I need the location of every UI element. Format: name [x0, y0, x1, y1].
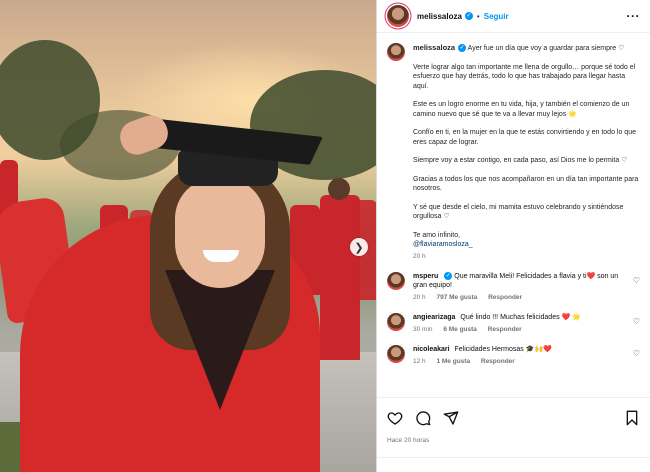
comment-likes[interactable]: 1 Me gusta — [436, 358, 470, 365]
reply-button[interactable]: Responder — [481, 358, 515, 365]
avatar[interactable] — [387, 313, 405, 331]
verified-badge-icon: ✓ — [458, 44, 467, 53]
comment-icon[interactable] — [415, 410, 431, 426]
caption-line: Siempre voy a estar contigo, en cada pas… — [413, 157, 628, 164]
avatar[interactable] — [387, 272, 405, 290]
mention-link[interactable]: @flaviaramosloza_ — [413, 241, 473, 248]
caption-body: melissaloza ✓ Ayer fue un día que voy a g… — [413, 43, 640, 261]
posted-ago: Hace 20 horas — [387, 437, 430, 444]
post-header: melissaloza ✓ • Seguir ··· — [377, 0, 650, 33]
comment-time[interactable]: 30 min — [413, 326, 433, 333]
post-side-panel: melissaloza ✓ • Seguir ··· melissaloza ✓ … — [376, 0, 650, 472]
avatar[interactable] — [387, 5, 409, 27]
comment: msperu ✓ Que maravilla Meli! Felicidades … — [387, 272, 640, 302]
bookmark-icon[interactable] — [624, 410, 640, 426]
comment-input-area[interactable] — [377, 457, 650, 472]
heart-icon[interactable] — [387, 410, 403, 426]
crowd-head — [328, 178, 350, 200]
caption-line: Ayer fue un día que voy a guardar para s… — [467, 45, 625, 52]
reply-button[interactable]: Responder — [488, 294, 522, 301]
comment-time[interactable]: 12 h — [413, 358, 426, 365]
action-bar — [377, 397, 650, 437]
verified-badge-icon: ✓ — [464, 12, 473, 20]
caption: melissaloza ✓ Ayer fue un día que voy a g… — [387, 43, 640, 261]
comment-username[interactable]: nicoleakari — [413, 346, 450, 353]
caption-line: Y sé que desde el cielo, mi mamita estuv… — [413, 203, 624, 221]
graduate-face — [175, 178, 265, 288]
caption-line: Este es un logro enorme en tu vida, hija… — [413, 101, 630, 118]
instagram-post: ❯ melissaloza ✓ • Seguir ··· melissaloza… — [0, 0, 650, 472]
chevron-right-icon[interactable]: ❯ — [350, 238, 368, 256]
comment-text: Qué lindo !!! Muchas felicidades ❤️ 🌟 — [460, 314, 581, 321]
comment: nicoleakari Felicidades Hermosas 🎓🙌❤️ 12… — [387, 345, 640, 366]
post-photo[interactable]: ❯ — [0, 0, 376, 472]
caption-line: Verte lograr algo tan importante me llen… — [413, 63, 636, 90]
comment-likes[interactable]: 6 Me gusta — [443, 326, 477, 333]
caption-line: Confío en ti, en la mujer en la que te e… — [413, 129, 636, 146]
avatar[interactable] — [387, 345, 405, 363]
more-icon[interactable]: ··· — [627, 9, 641, 23]
crowd-figure — [320, 195, 360, 360]
follow-button[interactable]: Seguir — [484, 12, 509, 21]
username[interactable]: melissaloza — [417, 12, 462, 21]
caption-username[interactable]: melissaloza — [413, 43, 455, 52]
comment-time[interactable]: 20 h — [413, 294, 426, 301]
graduate-stole — [165, 270, 275, 410]
comments-area: melissaloza ✓ Ayer fue un día que voy a g… — [377, 33, 650, 397]
separator-dot: • — [476, 11, 480, 21]
comment-username[interactable]: angiearizaga — [413, 314, 455, 321]
comment-text: Felicidades Hermosas 🎓🙌❤️ — [454, 346, 552, 353]
share-icon[interactable] — [443, 410, 459, 426]
heart-icon[interactable]: ♡ — [633, 349, 640, 358]
heart-icon[interactable]: ♡ — [633, 317, 640, 326]
comment: angiearizaga Qué lindo !!! Muchas felici… — [387, 313, 640, 334]
caption-time[interactable]: 20 h — [413, 252, 640, 262]
heart-icon[interactable]: ♡ — [633, 276, 640, 285]
comment-username[interactable]: msperu — [413, 273, 438, 280]
reply-button[interactable]: Responder — [488, 326, 522, 333]
caption-line: Te amo infinito, — [413, 231, 461, 239]
avatar[interactable] — [387, 43, 405, 61]
caption-line: Gracias a todos los que nos acompañaron … — [413, 175, 639, 193]
comment-likes[interactable]: 797 Me gusta — [436, 294, 477, 301]
verified-badge-icon: ✓ — [444, 272, 453, 281]
